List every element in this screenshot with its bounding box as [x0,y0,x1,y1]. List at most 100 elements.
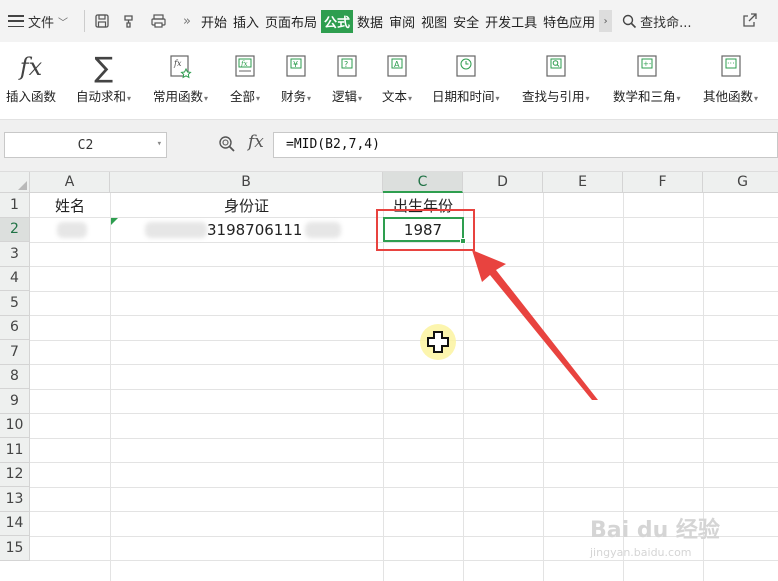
financial-button[interactable]: ¥ 财务▾ [281,52,311,105]
tab-special-apps[interactable]: 特色应用 [541,10,597,33]
formula-input[interactable]: =MID(B2,7,4) [273,132,778,158]
tab-security[interactable]: 安全 [451,10,481,33]
date-time-button[interactable]: 日期和时间▾ [432,52,500,105]
grid-line [30,388,778,390]
date-time-label: 日期和时间 [432,89,495,104]
row-header-10[interactable]: 10 [0,413,30,438]
math-trig-label: 数学和三角 [613,89,676,104]
all-functions-label: 全部 [230,89,256,104]
all-functions-icon: fx [230,52,260,82]
grid-line [30,339,778,341]
tab-insert[interactable]: 插入 [231,10,261,33]
row-header-8[interactable]: 8 [0,364,30,389]
svg-text:···: ··· [727,59,735,68]
row-header-13[interactable]: 13 [0,487,30,512]
grid-line [463,193,464,581]
ribbon-tabs: 开始 插入 页面布局 公式 数据 审阅 视图 安全 开发工具 特色应用 › 查找… [199,0,692,42]
more-quick-access-icon[interactable]: » [183,14,191,29]
more-functions-button[interactable]: ··· 其他函数▾ [703,52,758,105]
command-search[interactable]: 查找命... [622,12,692,31]
svg-text:fx: fx [240,60,248,68]
row-header-6[interactable]: 6 [0,315,30,340]
name-box-value: C2 [77,137,94,153]
share-icon[interactable] [742,12,758,31]
more-functions-icon: ··· [716,52,746,82]
search-icon [622,14,637,28]
highlight-box [376,209,475,251]
watermark: Bai du 经验 jingyan.baidu.com [590,512,720,559]
star-function-icon: fx [166,52,196,82]
clock-icon [451,52,481,82]
svg-text:fx: fx [173,59,182,68]
column-header-f[interactable]: F [623,172,703,193]
grid-line [30,290,778,292]
math-trig-button[interactable]: +- 数学和三角▾ [613,52,681,105]
row-header-7[interactable]: 7 [0,340,30,365]
cell-a1[interactable]: 姓名 [30,193,110,217]
file-menu[interactable]: 文件 [28,12,54,31]
hamburger-menu-icon[interactable] [8,15,24,27]
grid-line [30,413,778,414]
text-icon: A [382,52,412,82]
tab-developer[interactable]: 开发工具 [483,10,539,33]
sigma-icon: ∑ [94,50,113,84]
column-header-c[interactable]: C [383,172,463,193]
row-header-11[interactable]: 11 [0,438,30,463]
logical-label: 逻辑 [332,89,358,104]
tabs-scroll-right-icon[interactable]: › [599,10,613,32]
format-painter-icon[interactable] [119,10,141,32]
name-box[interactable]: C2 ▾ [4,132,167,158]
column-header-g[interactable]: G [703,172,778,193]
column-header-d[interactable]: D [463,172,543,193]
lookup-reference-label: 查找与引用 [522,89,585,104]
save-icon[interactable] [91,10,113,32]
row-header-5[interactable]: 5 [0,291,30,316]
grid-line [30,462,778,463]
row-header-14[interactable]: 14 [0,511,30,536]
cell-b1[interactable]: 身份证 [110,193,383,217]
row-header-1[interactable]: 1 [0,193,30,218]
blurred-id-prefix [145,222,207,238]
cell-cursor-icon [420,324,456,360]
tab-formulas[interactable]: 公式 [321,9,354,33]
chevron-down-icon[interactable]: ▾ [157,139,162,149]
financial-label: 财务 [281,89,307,104]
row-header-15[interactable]: 15 [0,536,30,561]
row-header-3[interactable]: 3 [0,242,30,267]
formula-ribbon: fx 插入函数 ∑ 自动求和▾ fx 常用函数▾ fx 全部▾ ¥ 财务▾ ? … [0,42,778,120]
lookup-reference-button[interactable]: 查找与引用▾ [522,52,590,105]
tab-data[interactable]: 数据 [355,10,385,33]
chevron-down-icon[interactable]: ﹀ [58,14,68,29]
watermark-text: Bai du 经验 [590,518,720,543]
logical-button[interactable]: ? 逻辑▾ [332,52,362,105]
common-functions-button[interactable]: fx 常用函数▾ [153,52,208,105]
tab-page-layout[interactable]: 页面布局 [263,10,319,33]
zoom-icon[interactable] [218,135,236,156]
blurred-id-suffix [305,222,341,238]
tab-view[interactable]: 视图 [419,10,449,33]
column-header-b[interactable]: B [110,172,383,193]
svg-text:¥: ¥ [293,60,298,69]
row-header-12[interactable]: 12 [0,462,30,487]
tab-home[interactable]: 开始 [199,10,229,33]
tab-review[interactable]: 审阅 [387,10,417,33]
all-functions-button[interactable]: fx 全部▾ [230,52,260,105]
grid-line [30,437,778,439]
row-header-4[interactable]: 4 [0,266,30,291]
select-all-corner[interactable] [0,172,30,193]
print-icon[interactable] [147,10,169,32]
column-header-e[interactable]: E [543,172,623,193]
row-header-9[interactable]: 9 [0,389,30,414]
search-label: 查找命... [640,15,692,31]
row-header-2[interactable]: 2 [0,217,30,242]
text-button[interactable]: A 文本▾ [382,52,412,105]
column-header-a[interactable]: A [30,172,110,193]
cell-b2[interactable]: 3198706111 [207,218,307,242]
insert-function-button[interactable]: fx 插入函数 [6,52,56,105]
formula-bar: C2 ▾ fx =MID(B2,7,4) [0,120,778,172]
grid-line [30,364,778,365]
insert-function-fx-icon[interactable]: fx [248,132,264,152]
insert-function-label: 插入函数 [6,89,57,104]
more-functions-label: 其他函数 [703,89,754,104]
autosum-button[interactable]: ∑ 自动求和▾ [76,50,131,105]
